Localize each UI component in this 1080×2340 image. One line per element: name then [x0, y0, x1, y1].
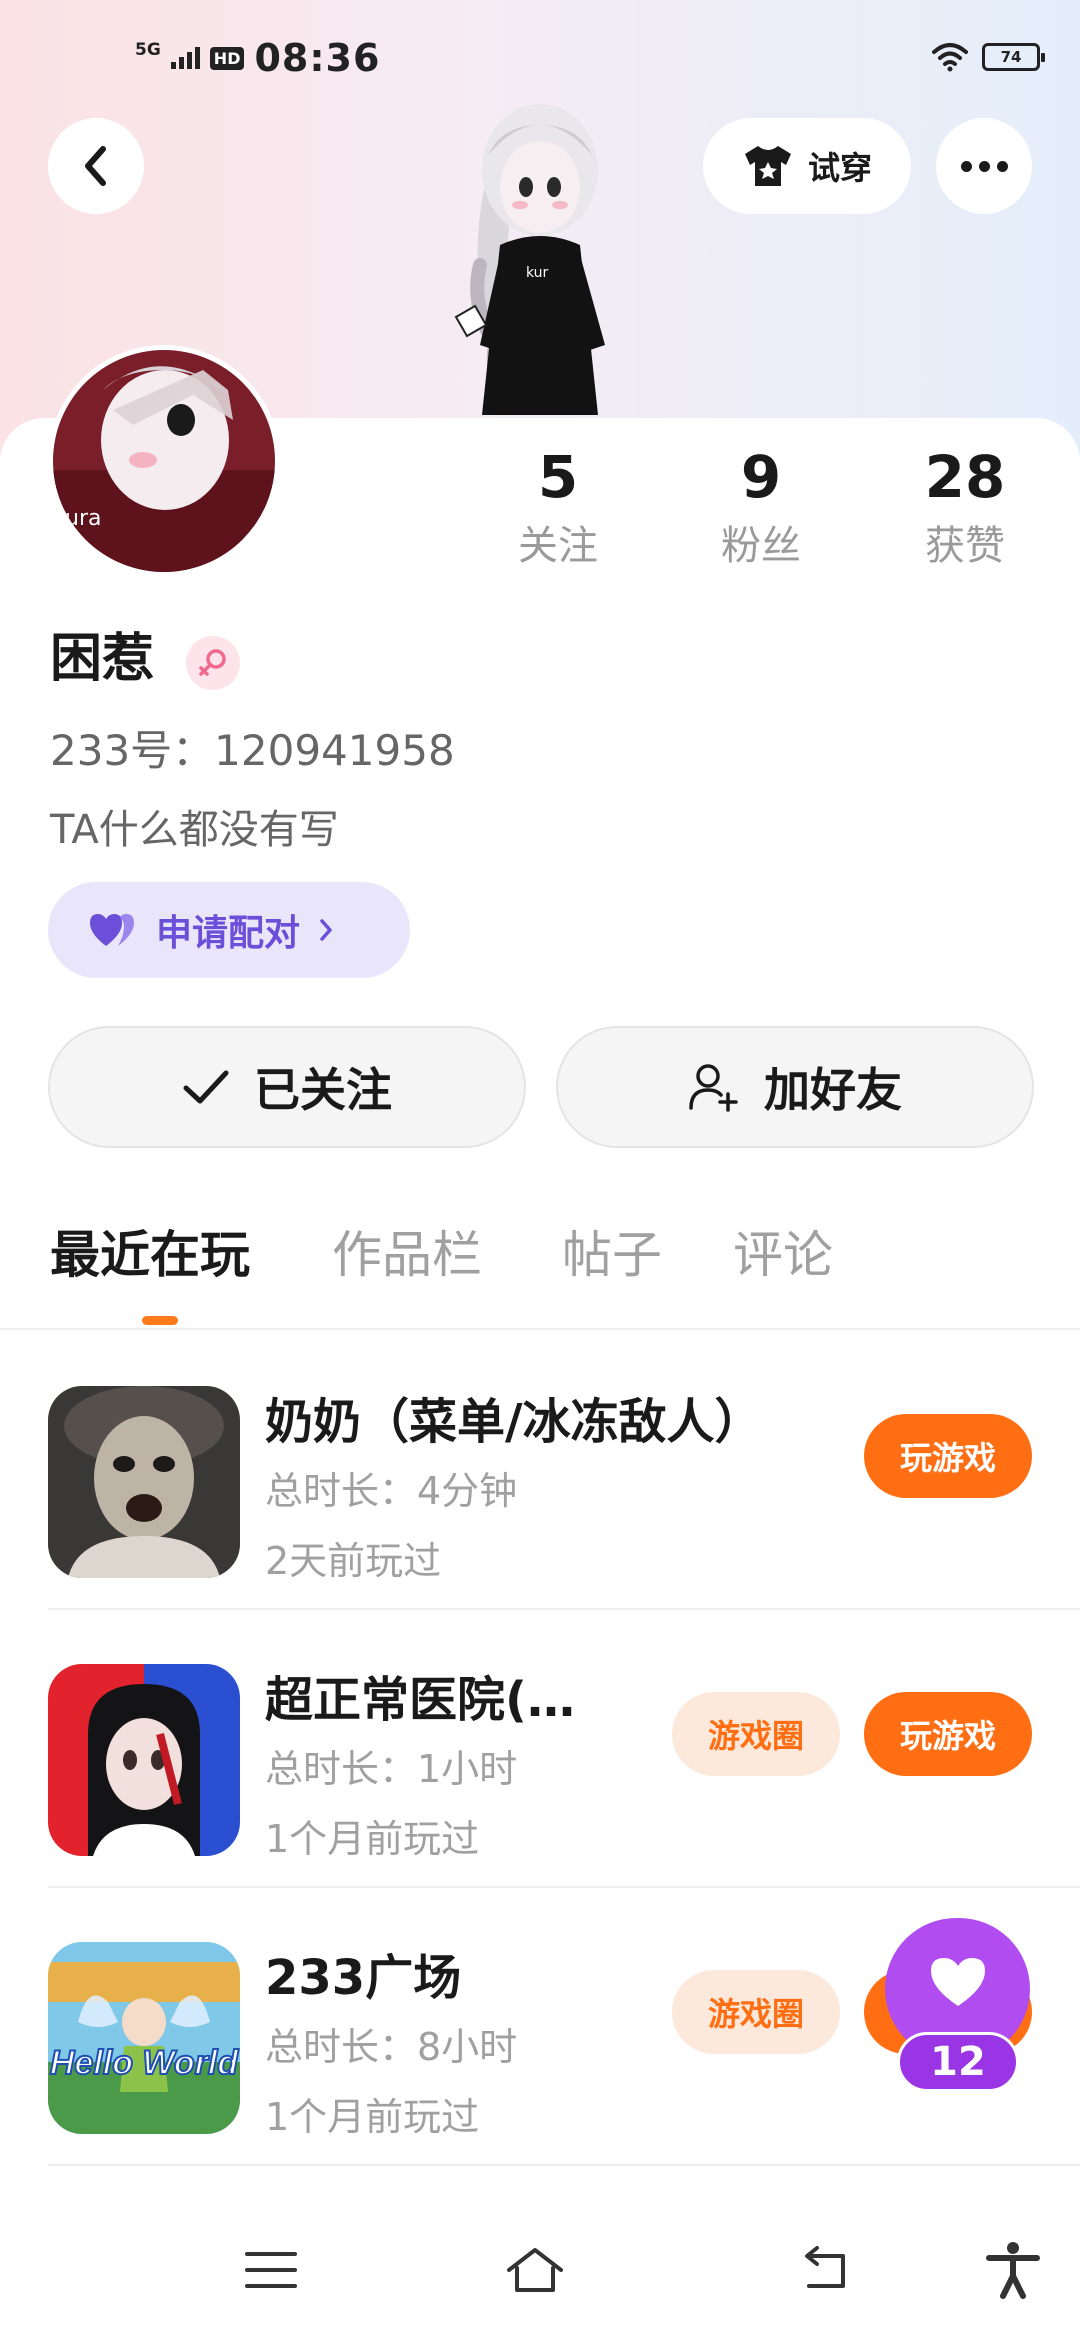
play-game-button[interactable]: 玩游戏 [864, 1692, 1032, 1776]
accessibility-icon[interactable] [983, 2240, 1043, 2300]
stat-fans-value: 9 [740, 443, 782, 511]
followed-label: 已关注 [254, 1063, 392, 1117]
heart-pair-icon [90, 914, 134, 946]
profile-tabs: 最近在玩 作品栏 帖子 评论 [0, 1230, 1080, 1330]
nickname: 困惹 [50, 629, 155, 689]
game-title: 奶奶（菜单/冰冻敌人） [265, 1394, 763, 1450]
chevron-right-icon [320, 919, 332, 941]
menu-icon[interactable] [241, 2240, 301, 2300]
stat-fans[interactable]: 9 粉丝 [671, 448, 851, 566]
check-icon [183, 1070, 229, 1104]
back-nav-icon[interactable] [795, 2240, 855, 2300]
back-button[interactable] [48, 118, 144, 214]
request-pair-button[interactable]: 申请配对 [48, 882, 410, 978]
female-icon [199, 649, 226, 676]
add-friend-button[interactable]: 加好友 [556, 1026, 1034, 1148]
game-circle-button[interactable]: 游戏圈 [672, 1692, 840, 1776]
game-icon-plaza: Hello World [48, 1942, 240, 2134]
bio: TA什么都没有写 [50, 807, 339, 853]
game-icon-hospital [48, 1664, 240, 1856]
more-dot [978, 160, 990, 172]
tshirt-icon [744, 146, 791, 186]
active-tab-indicator [142, 1316, 178, 1325]
wifi-icon [932, 43, 968, 72]
game-circle-button[interactable]: 游戏圈 [672, 1970, 840, 2054]
like-count-badge: 12 [897, 2032, 1019, 2092]
stat-following-value: 5 [537, 443, 579, 511]
game-row[interactable]: 超正常医院(… 总时长：1小时 1个月前玩过 游戏圈 玩游戏 [0, 1610, 1080, 1888]
chevron-left-icon [85, 146, 106, 186]
system-nav-bar [0, 2200, 1080, 2340]
tab-works[interactable]: 作品栏 [332, 1230, 482, 1280]
game-duration: 总时长：4分钟 [265, 1469, 518, 1513]
stat-following-label: 关注 [518, 523, 598, 569]
user-id: 233号：120941958 [50, 726, 455, 775]
game-row[interactable]: 奶奶（菜单/冰冻敌人） 总时长：4分钟 2天前玩过 玩游戏 [0, 1332, 1080, 1610]
game-icon-granny [48, 1386, 240, 1578]
game-icon-plaza-image [48, 1942, 240, 2134]
heart-icon [931, 1958, 985, 2006]
request-pair-label: 申请配对 [156, 913, 301, 954]
game-icon-plaza-text: Hello World [49, 2044, 239, 2082]
game-icon-hospital-image [48, 1664, 240, 1856]
tryon-label: 试穿 [807, 149, 872, 187]
status-right: 74 [932, 42, 1045, 72]
hd-badge: HD [209, 46, 245, 70]
add-friend-label: 加好友 [764, 1063, 902, 1117]
stat-likes[interactable]: 28 获赞 [875, 448, 1055, 566]
stat-likes-label: 获赞 [925, 523, 1005, 569]
stat-likes-value: 28 [924, 443, 1006, 511]
game-title: 233广场 [265, 1950, 462, 2006]
stat-following[interactable]: 5 关注 [468, 448, 648, 566]
tab-posts[interactable]: 帖子 [562, 1230, 662, 1280]
tab-comments[interactable]: 评论 [733, 1230, 833, 1280]
game-last-played: 2天前玩过 [265, 1539, 442, 1583]
game-icon-granny-image [48, 1386, 240, 1578]
battery-icon: 74 [982, 43, 1045, 71]
game-duration: 总时长：8小时 [265, 2025, 518, 2069]
clock: 08:36 [254, 36, 381, 80]
person-add-icon [689, 1064, 738, 1112]
game-duration: 总时长：1小时 [265, 1747, 518, 1791]
more-dot [960, 160, 972, 172]
gender-badge [186, 636, 240, 690]
game-title: 超正常医院(… [265, 1672, 575, 1728]
avatar-image: ura [53, 350, 275, 572]
followed-button[interactable]: 已关注 [48, 1026, 526, 1148]
tab-recent-play[interactable]: 最近在玩 [50, 1230, 250, 1280]
game-last-played: 1个月前玩过 [265, 2095, 480, 2139]
row-divider [48, 2164, 1080, 2166]
svg-text:kur: kur [526, 265, 549, 281]
signal-icon [170, 47, 200, 69]
play-game-button[interactable]: 玩游戏 [864, 1414, 1032, 1498]
svg-text:ura: ura [65, 506, 101, 531]
more-dot [996, 160, 1008, 172]
network-type: 5G [135, 39, 161, 60]
status-left: 5G HD 08:36 [135, 36, 380, 80]
stat-fans-label: 粉丝 [721, 523, 801, 569]
home-icon[interactable] [505, 2240, 565, 2300]
battery-level: 74 [1000, 48, 1022, 66]
avatar-character-figure: kur [454, 104, 605, 415]
avatar[interactable]: ura [48, 345, 280, 577]
game-last-played: 1个月前玩过 [265, 1817, 480, 1861]
more-button[interactable] [936, 118, 1032, 214]
tryon-button[interactable]: 试穿 [703, 118, 911, 214]
